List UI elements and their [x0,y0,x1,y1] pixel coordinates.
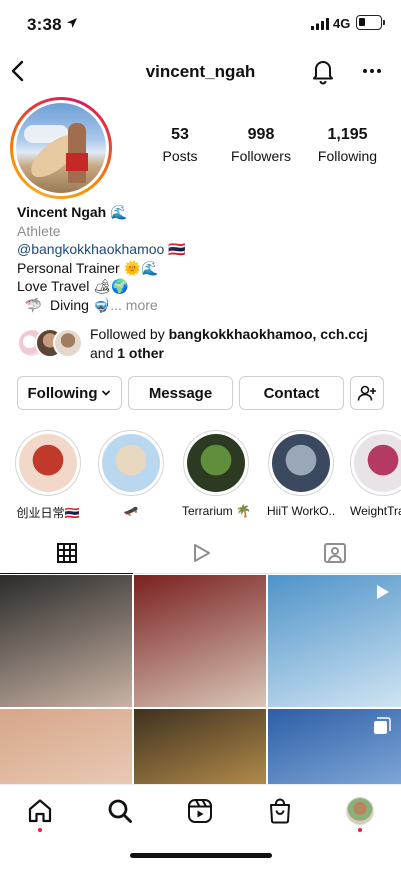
profile-bio: Vincent Ngah 🌊 Athlete @bangkokkhaokhamo… [17,203,387,314]
highlight-label: HiiT WorkO... [267,504,335,518]
highlight-label: Terrarium 🌴 [182,504,250,518]
home-icon[interactable] [26,797,54,825]
followed-by-others[interactable]: 1 other [117,345,164,361]
highlight-cover [272,434,330,492]
message-button[interactable]: Message [128,376,233,410]
home-notification-dot [38,828,42,832]
bio-flag: 🇹🇭 [164,241,186,257]
profile-photo [16,103,106,193]
highlight-item[interactable]: 🛹 [97,430,165,518]
highlight-item[interactable]: WeightTra [350,430,401,518]
posts-label: Posts [162,148,198,164]
profile-stats: 53 Posts 998 Followers 1,195 Following [140,126,390,166]
following-button-label: Following [27,384,98,402]
signal-bars-icon [311,18,329,30]
post-blue-sky-clip[interactable] [268,709,401,785]
profile-category: Athlete [17,222,61,239]
bio-more-link[interactable]: ... more [110,297,157,313]
followers-label: Followers [231,148,291,164]
followers-stat[interactable]: 998 Followers [221,126,301,164]
highlight-cover [187,434,245,492]
grid-icon [56,542,77,563]
battery-icon [356,15,385,30]
video-indicator-icon [377,585,389,599]
highlight-item[interactable]: 创业日常🇹🇭 [14,430,82,521]
followers-count: 998 [247,126,275,143]
profile-header: vincent_ngah [0,52,401,92]
post-shirtless-portrait[interactable] [0,575,132,707]
mutual-avatars [17,328,87,360]
bio-mention-link[interactable]: @bangkokkhaokhamoo [17,241,164,257]
posts-stat[interactable]: 53 Posts [140,126,220,164]
network-type: 4G [333,16,351,31]
highlight-item[interactable]: HiiT WorkO... [267,430,335,518]
highlight-label: WeightTra [350,504,401,518]
post-sunset-field[interactable] [134,709,266,785]
highlight-cover [102,434,160,492]
home-indicator [130,853,272,858]
search-icon[interactable] [106,797,134,825]
reels-icon[interactable] [186,797,214,825]
display-name: Vincent Ngah 🌊 [17,204,128,220]
post-closeup-face[interactable] [0,709,132,785]
chevron-down-icon [102,390,111,396]
status-time: 3:38 [27,15,62,34]
posts-count: 53 [171,126,189,143]
post-surfing-video[interactable] [268,575,401,707]
highlight-item[interactable]: Terrarium 🌴 [182,430,250,518]
bio-line-diving: 🦈 Diving 🤿 [17,296,111,313]
location-arrow-icon [67,18,77,28]
following-stat[interactable]: 1,195 Following [305,126,390,164]
followed-by-and: and [90,344,118,361]
followed-by-prefix: Followed by [90,326,169,342]
mutual-avatar [53,328,83,358]
followed-by-names[interactable]: bangkokkhaokhamoo, cch.ccj [169,326,368,342]
more-dots-icon[interactable] [361,62,383,80]
suggested-people-button[interactable] [350,376,384,410]
highlight-label: 🛹 [123,504,139,518]
carousel-indicator-icon [374,717,391,734]
followed-by[interactable]: Followed by bangkokkhaokhamoo, cch.ccj a… [17,325,387,363]
status-bar: 3:38 4G [0,0,401,50]
profile-avatar[interactable] [10,97,112,199]
followed-by-text: Followed by bangkokkhaokhamoo, cch.ccj a… [90,325,390,362]
add-person-icon [357,385,376,401]
tab-tagged[interactable] [268,532,401,574]
bell-icon[interactable] [310,57,336,85]
tab-reels[interactable] [134,532,267,574]
shop-icon[interactable] [266,797,294,825]
profile-username: vincent_ngah [145,62,256,81]
following-button[interactable]: Following [17,376,122,410]
post-product-packs[interactable] [134,575,266,707]
profile-notification-dot [358,828,362,832]
reels-play-icon [193,544,210,562]
following-label: Following [317,148,378,164]
contact-button-label: Contact [263,384,320,402]
bio-line-travel: Love Travel 🏕🌍 [17,278,129,294]
tab-posts-grid[interactable] [0,532,133,574]
contact-button[interactable]: Contact [239,376,344,410]
tagged-person-icon [323,543,346,563]
bio-line-trainer: Personal Trainer 🌞🌊 [17,259,159,276]
highlight-label: 创业日常🇹🇭 [16,506,80,520]
highlight-cover [354,434,401,492]
profile-content-tabs [0,532,401,574]
message-button-label: Message [148,384,213,402]
posts-grid [0,575,401,785]
highlight-cover [19,434,77,492]
profile-avatar-icon[interactable] [346,797,374,825]
following-count: 1,195 [327,126,368,143]
